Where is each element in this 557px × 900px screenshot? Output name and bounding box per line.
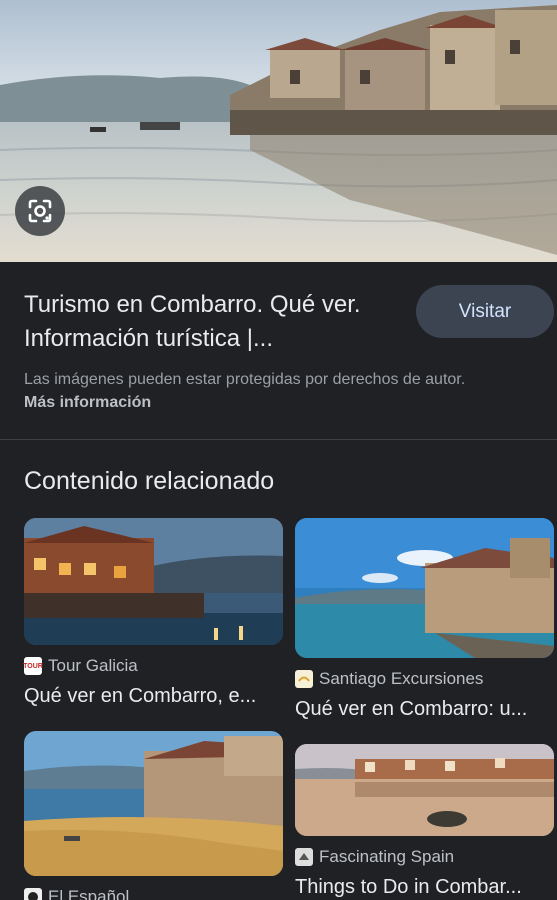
fascinating-spain-favicon-icon (295, 848, 313, 866)
card-title: Things to Do in Combar... (295, 876, 522, 898)
google-lens-icon (28, 199, 52, 223)
related-content-heading: Contenido relacionado (24, 467, 275, 495)
result-title[interactable]: Turismo en Combarro. Qué ver. Informació… (24, 288, 394, 356)
card-title: Qué ver en Combarro, e... (24, 685, 257, 707)
related-thumbnail (295, 744, 554, 836)
related-card[interactable]: Santiago Excursiones Qué ver en Combarro… (295, 518, 554, 721)
card-source-name: El Español (48, 887, 130, 900)
card-title: Qué ver en Combarro: u... (295, 698, 528, 720)
card-source-name: Santiago Excursiones (319, 669, 484, 688)
card-source: Santiago Excursiones (295, 668, 554, 690)
copyright-notice: Las imágenes pueden estar protegidas por… (24, 368, 494, 414)
santiago-excursiones-favicon-icon (295, 670, 313, 688)
more-info-link[interactable]: Más información (24, 394, 151, 411)
google-lens-button[interactable] (15, 186, 65, 236)
combarro-waterfront-image (0, 0, 557, 262)
card-source-name: Tour Galicia (48, 656, 138, 675)
el-espanol-favicon-icon (24, 888, 42, 900)
card-source: TOUR Tour Galicia (23, 655, 283, 677)
tour-galicia-favicon-icon: TOUR (23, 657, 43, 675)
result-info-panel: Turismo en Combarro. Qué ver. Informació… (0, 262, 557, 440)
main-image[interactable] (0, 0, 557, 262)
copyright-text: Las imágenes pueden estar protegidas por… (24, 371, 466, 388)
visit-button[interactable]: Visitar (416, 285, 554, 338)
related-card[interactable]: El Español (24, 731, 283, 900)
related-thumbnail (24, 518, 283, 645)
related-card[interactable]: Fascinating Spain Things to Do in Combar… (295, 744, 554, 899)
card-source: Fascinating Spain (295, 846, 554, 868)
related-thumbnail (295, 518, 554, 658)
related-thumbnail (24, 731, 283, 876)
section-divider (0, 439, 557, 440)
card-source-name: Fascinating Spain (319, 847, 455, 866)
card-source: El Español (24, 886, 283, 900)
related-card[interactable]: TOUR Tour Galicia Qué ver en Combarro, e… (23, 518, 283, 708)
